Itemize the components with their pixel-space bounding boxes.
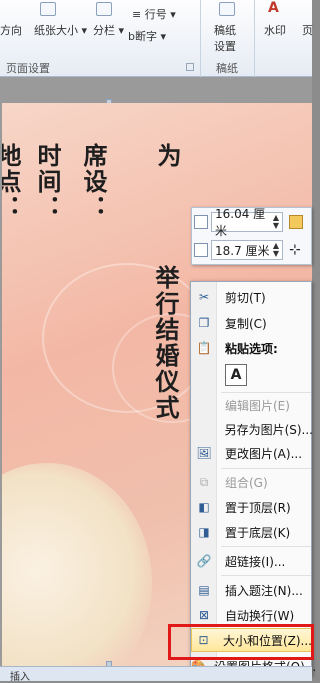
- menu-item-save-as-picture[interactable]: 另存为图片(S)...: [191, 417, 313, 441]
- text-time-label: 时间：: [33, 143, 61, 221]
- caption-icon: ▤: [198, 583, 210, 597]
- group-draft-paper-label: 稿纸: [216, 62, 238, 75]
- highlight-annotation: [168, 624, 314, 660]
- menu-item-send-to-back[interactable]: ◨ 置于底层(K): [191, 520, 313, 544]
- menu-item-cut[interactable]: ✂ 剪切(T): [191, 285, 313, 309]
- menu-item-insert-caption[interactable]: ▤ 插入题注(N)...: [191, 578, 313, 602]
- menu-paste-options-header: 📋 粘贴选项:: [191, 336, 313, 360]
- hyperlink-icon: 🔗: [196, 554, 212, 568]
- text-location-label: 地点：: [2, 143, 21, 221]
- shape-height-input[interactable]: 16.04 厘米 ▲ ▼: [211, 207, 283, 238]
- hyphenation-icon: b: [128, 30, 135, 43]
- columns-button[interactable]: 分栏 ▾: [93, 22, 124, 38]
- crop-icon[interactable]: ⊹: [289, 242, 301, 258]
- bring-to-front-icon: ◧: [198, 500, 210, 514]
- columns-label: 分栏: [93, 24, 115, 37]
- menu-item-group[interactable]: ⧉ 组合(G): [191, 470, 313, 494]
- menu-item-bring-to-front-label: 置于顶层(R): [225, 500, 291, 515]
- group-page-setup-label: 页面设置: [6, 62, 50, 75]
- menu-item-wrap-text-label: 自动换行(W): [225, 608, 295, 623]
- size-mini-toolbar: 16.04 厘米 ▲ ▼ 18.7 厘米 ▲ ▼ ⊹: [191, 207, 312, 265]
- height-spinner-icon[interactable]: ▲ ▼: [273, 214, 279, 230]
- shape-height-icon: [194, 215, 208, 229]
- group-icon: ⧉: [199, 474, 209, 489]
- page-color-label: 页: [302, 24, 313, 37]
- hyphenation-button[interactable]: b断字 ▾: [128, 28, 166, 44]
- watermark-button[interactable]: 水印: [264, 22, 286, 38]
- paste-options-label: 粘贴选项:: [225, 341, 278, 356]
- line-numbers-icon: ≡: [132, 8, 145, 21]
- shape-height-value: 16.04 厘米: [215, 207, 266, 238]
- clipboard-icon: 📋: [196, 341, 212, 355]
- ribbon: 方向 纸张大小 ▾ 分栏 ▾ ≡ 行号 ▾ b断字 ▾ 页面设置 稿纸 设置 稿…: [0, 0, 313, 77]
- shape-width-input[interactable]: 18.7 厘米 ▲ ▼: [211, 240, 283, 260]
- menu-item-save-as-picture-label: 另存为图片(S)...: [224, 422, 313, 437]
- status-bar: 插入: [0, 666, 312, 683]
- draft-paper-icon: [219, 2, 235, 16]
- ribbon-separator: [254, 0, 255, 77]
- flower-decoration: [2, 463, 152, 667]
- draft-paper-label-2: 设置: [214, 40, 236, 53]
- ribbon-separator: [200, 0, 201, 77]
- paper-size-icon: [40, 2, 56, 16]
- menu-item-hyperlink-label: 超链接(I)...: [225, 554, 286, 569]
- menu-separator: [221, 468, 311, 469]
- menu-separator: [221, 575, 311, 576]
- page-setup-launcher-icon[interactable]: [186, 63, 194, 71]
- watermark-icon: A: [268, 0, 279, 16]
- draft-paper-label-2-wrap: 设置: [214, 38, 236, 54]
- page-color-button[interactable]: 页: [302, 22, 313, 38]
- menu-separator: [221, 546, 311, 547]
- paper-size-label: 纸张大小: [34, 24, 78, 37]
- menu-item-change-picture-label: 更改图片(A)...: [225, 446, 303, 461]
- shape-width-value: 18.7 厘米: [215, 243, 270, 258]
- line-numbers-button[interactable]: ≡ 行号 ▾: [132, 6, 176, 22]
- menu-item-bring-to-front[interactable]: ◧ 置于顶层(R): [191, 495, 313, 519]
- menu-item-copy-label: 复制(C): [225, 316, 267, 331]
- wrap-text-icon: ⊠: [198, 608, 210, 622]
- paper-size-button[interactable]: 纸张大小 ▾: [34, 22, 87, 38]
- hyphenation-label: 断字: [134, 30, 157, 43]
- width-spinner-icon[interactable]: ▲ ▼: [273, 242, 279, 258]
- menu-item-edit-picture-label: 编辑图片(E): [225, 398, 290, 413]
- menu-item-edit-picture[interactable]: 编辑图片(E): [191, 393, 313, 417]
- menu-item-change-picture[interactable]: 🖼 更改图片(A)...: [191, 441, 313, 465]
- paste-keep-text-only-button[interactable]: A: [225, 364, 247, 386]
- draft-paper-label-1: 稿纸: [214, 24, 236, 37]
- scissors-icon: ✂: [198, 290, 210, 304]
- shape-width-icon: [194, 243, 208, 257]
- text-wedding-ceremony: 举行结婚仪式: [151, 265, 179, 421]
- watermark-label: 水印: [264, 24, 286, 37]
- orientation-label: 方向: [0, 24, 22, 37]
- send-to-back-icon: ◨: [198, 525, 210, 539]
- copy-icon: ❐: [198, 316, 210, 330]
- menu-item-hyperlink[interactable]: 🔗 超链接(I)...: [191, 549, 313, 573]
- line-numbers-label: 行号: [144, 8, 167, 21]
- context-menu: ✂ 剪切(T) ❐ 复制(C) 📋 粘贴选项: A 编辑图片(E) 另存为图片(…: [190, 281, 316, 676]
- menu-item-copy[interactable]: ❐ 复制(C): [191, 311, 313, 335]
- menu-item-cut-label: 剪切(T): [225, 290, 266, 305]
- menu-item-send-to-back-label: 置于底层(K): [225, 525, 291, 540]
- text-for: 为: [153, 143, 181, 169]
- change-picture-icon: 🖼: [196, 446, 212, 460]
- draft-paper-button[interactable]: 稿纸: [214, 22, 236, 38]
- orientation-button[interactable]: 方向: [0, 22, 22, 38]
- menu-item-insert-caption-label: 插入题注(N)...: [225, 583, 303, 598]
- menu-item-group-label: 组合(G): [225, 475, 268, 490]
- columns-icon: [96, 2, 112, 16]
- shape-fill-icon[interactable]: [289, 215, 303, 229]
- text-host-label: 席设：: [79, 143, 107, 221]
